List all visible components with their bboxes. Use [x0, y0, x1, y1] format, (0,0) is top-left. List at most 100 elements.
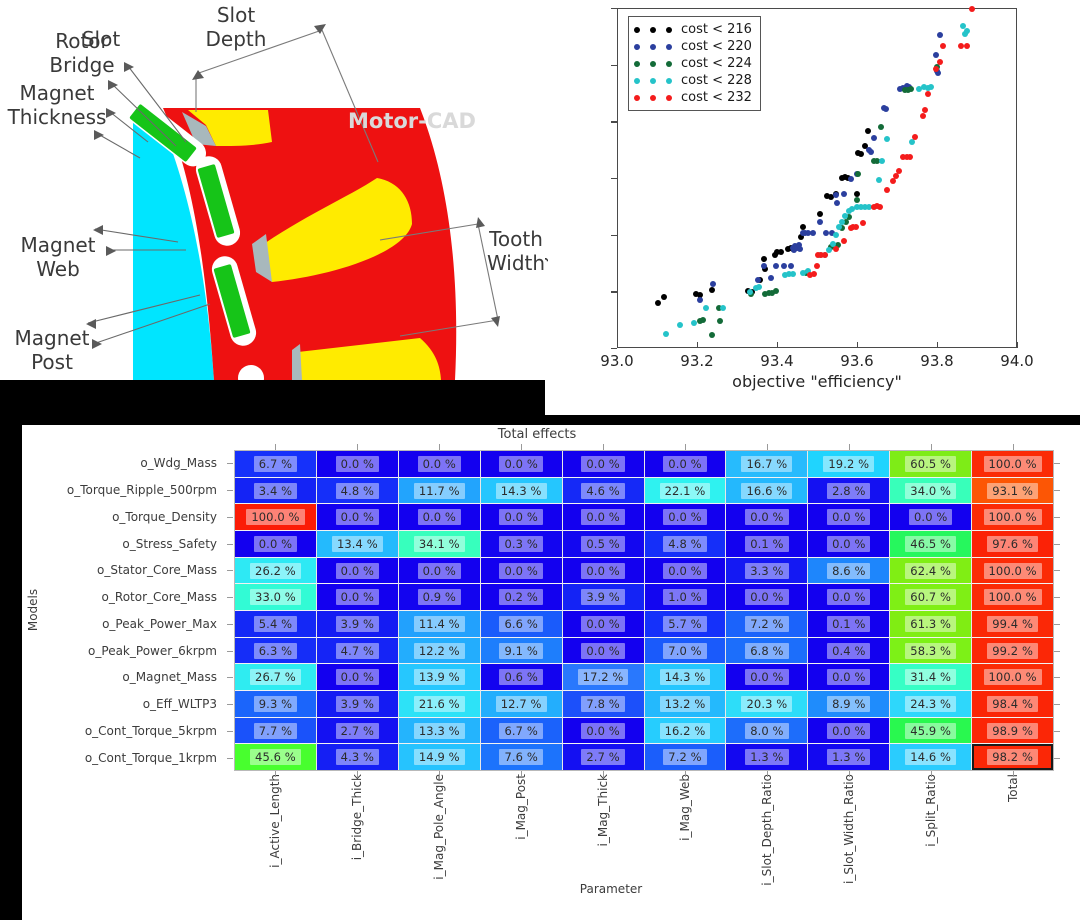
heatmap-cell[interactable]: 0.0 % [808, 717, 890, 745]
heatmap-cell[interactable]: 0.0 % [562, 717, 644, 745]
legend-item[interactable]: cost < 232 [634, 89, 752, 106]
heatmap-cell[interactable]: 7.6 % [480, 744, 562, 771]
heatmap-cell[interactable]: 0.0 % [562, 637, 644, 665]
heatmap-cell[interactable]: 8.9 % [808, 691, 890, 718]
heatmap-cell[interactable]: 13.3 % [398, 717, 480, 745]
heatmap-cell[interactable]: 61.3 % [890, 611, 972, 638]
heatmap-cell[interactable]: 0.0 % [316, 557, 398, 585]
heatmap-cell[interactable]: 3.9 % [316, 691, 398, 718]
heatmap-cell[interactable]: 0.0 % [808, 504, 890, 532]
heatmap-cell[interactable]: 45.6 % [235, 744, 316, 771]
heatmap-cell[interactable]: 0.0 % [480, 557, 562, 585]
heatmap-cell[interactable]: 0.4 % [808, 637, 890, 665]
heatmap-cell[interactable]: 3.9 % [562, 584, 644, 612]
heatmap-cell[interactable]: 13.4 % [316, 531, 398, 558]
heatmap-cell[interactable]: 0.0 % [562, 451, 644, 478]
heatmap-cell[interactable]: 46.5 % [890, 531, 972, 558]
heatmap-cell[interactable]: 7.2 % [644, 744, 726, 771]
heatmap-cell[interactable]: 34.0 % [890, 477, 972, 505]
heatmap-cell[interactable]: 19.2 % [808, 451, 890, 478]
legend-item[interactable]: cost < 216 [634, 21, 752, 38]
heatmap-cell[interactable]: 7.8 % [562, 691, 644, 718]
heatmap-cell[interactable]: 60.7 % [890, 584, 972, 612]
heatmap-cell[interactable]: 0.0 % [480, 504, 562, 532]
heatmap-grid[interactable]: 6.7 % 3.4 % 100.0 % 0.0 % 26.2 % 33.0 % 5.4 % 6… [234, 450, 1054, 771]
heatmap-cell[interactable]: 26.7 % [235, 664, 316, 692]
heatmap-cell[interactable]: 0.1 % [726, 531, 808, 558]
heatmap-cell[interactable]: 6.7 % [480, 717, 562, 745]
heatmap-cell[interactable]: 26.2 % [235, 557, 316, 585]
heatmap-cell[interactable]: 16.6 % [726, 477, 808, 505]
heatmap-cell[interactable]: 0.6 % [480, 664, 562, 692]
heatmap-cell[interactable]: 16.7 % [726, 451, 808, 478]
heatmap-cell[interactable]: 4.6 % [562, 477, 644, 505]
heatmap-cell[interactable]: 6.8 % [726, 637, 808, 665]
heatmap-cell[interactable]: 100.0 % [972, 557, 1054, 585]
heatmap-cell[interactable]: 4.7 % [316, 637, 398, 665]
heatmap-cell[interactable]: 33.0 % [235, 584, 316, 612]
heatmap-cell[interactable]: 0.2 % [480, 584, 562, 612]
heatmap-cell[interactable]: 0.0 % [808, 584, 890, 612]
heatmap-cell[interactable]: 12.2 % [398, 637, 480, 665]
heatmap-cell[interactable]: 13.9 % [398, 664, 480, 692]
heatmap-cell[interactable]: 60.5 % [890, 451, 972, 478]
heatmap-cell[interactable]: 0.0 % [398, 504, 480, 532]
heatmap-cell[interactable]: 0.0 % [562, 557, 644, 585]
heatmap-cell[interactable]: 21.6 % [398, 691, 480, 718]
heatmap-cell[interactable]: 98.2 % [972, 744, 1054, 771]
heatmap-cell[interactable]: 6.6 % [480, 611, 562, 638]
heatmap-cell[interactable]: 9.1 % [480, 637, 562, 665]
heatmap-cell[interactable]: 100.0 % [972, 451, 1054, 478]
heatmap-cell[interactable]: 34.1 % [398, 531, 480, 558]
heatmap-cell[interactable]: 0.1 % [808, 611, 890, 638]
heatmap-cell[interactable]: 3.4 % [235, 477, 316, 505]
heatmap-cell[interactable]: 0.0 % [316, 451, 398, 478]
heatmap-cell[interactable]: 3.9 % [316, 611, 398, 638]
heatmap-cell[interactable]: 98.4 % [972, 691, 1054, 718]
heatmap-cell[interactable]: 0.0 % [480, 451, 562, 478]
heatmap-cell[interactable]: 6.3 % [235, 637, 316, 665]
heatmap-cell[interactable]: 2.7 % [316, 717, 398, 745]
heatmap-cell[interactable]: 0.0 % [316, 504, 398, 532]
legend-item[interactable]: cost < 220 [634, 38, 752, 55]
heatmap-cell[interactable]: 58.3 % [890, 637, 972, 665]
heatmap-cell[interactable]: 0.5 % [562, 531, 644, 558]
heatmap-cell[interactable]: 12.7 % [480, 691, 562, 718]
heatmap-cell[interactable]: 0.0 % [644, 451, 726, 478]
heatmap-cell[interactable]: 100.0 % [972, 504, 1054, 532]
heatmap-cell[interactable]: 0.0 % [562, 611, 644, 638]
heatmap-cell[interactable]: 7.7 % [235, 717, 316, 745]
heatmap-cell[interactable]: 4.8 % [316, 477, 398, 505]
heatmap-cell[interactable]: 13.2 % [644, 691, 726, 718]
heatmap-cell[interactable]: 0.0 % [808, 664, 890, 692]
heatmap-cell[interactable]: 8.0 % [726, 717, 808, 745]
heatmap-cell[interactable]: 0.0 % [726, 584, 808, 612]
heatmap-cell[interactable]: 5.4 % [235, 611, 316, 638]
heatmap-cell[interactable]: 99.4 % [972, 611, 1054, 638]
heatmap-cell[interactable]: 6.7 % [235, 451, 316, 478]
heatmap-cell[interactable]: 99.2 % [972, 637, 1054, 665]
heatmap-cell[interactable]: 0.0 % [562, 504, 644, 532]
heatmap-cell[interactable]: 62.4 % [890, 557, 972, 585]
heatmap-cell[interactable]: 0.9 % [398, 584, 480, 612]
heatmap-cell[interactable]: 0.0 % [808, 531, 890, 558]
heatmap-cell[interactable]: 0.0 % [316, 664, 398, 692]
heatmap-cell[interactable]: 0.0 % [726, 504, 808, 532]
heatmap-cell[interactable]: 24.3 % [890, 691, 972, 718]
heatmap-cell[interactable]: 2.8 % [808, 477, 890, 505]
heatmap-cell[interactable]: 4.3 % [316, 744, 398, 771]
heatmap-cell[interactable]: 22.1 % [644, 477, 726, 505]
heatmap-cell[interactable]: 7.0 % [644, 637, 726, 665]
heatmap-cell[interactable]: 5.7 % [644, 611, 726, 638]
heatmap-cell[interactable]: 14.9 % [398, 744, 480, 771]
heatmap-cell[interactable]: 0.0 % [644, 504, 726, 532]
heatmap-cell[interactable]: 3.3 % [726, 557, 808, 585]
heatmap-cell[interactable]: 14.6 % [890, 744, 972, 771]
heatmap-cell[interactable]: 1.3 % [808, 744, 890, 771]
heatmap-cell[interactable]: 17.2 % [562, 664, 644, 692]
heatmap-cell[interactable]: 93.1 % [972, 477, 1054, 505]
heatmap-cell[interactable]: 1.0 % [644, 584, 726, 612]
heatmap-cell[interactable]: 2.7 % [562, 744, 644, 771]
heatmap-cell[interactable]: 14.3 % [480, 477, 562, 505]
heatmap-cell[interactable]: 1.3 % [726, 744, 808, 771]
